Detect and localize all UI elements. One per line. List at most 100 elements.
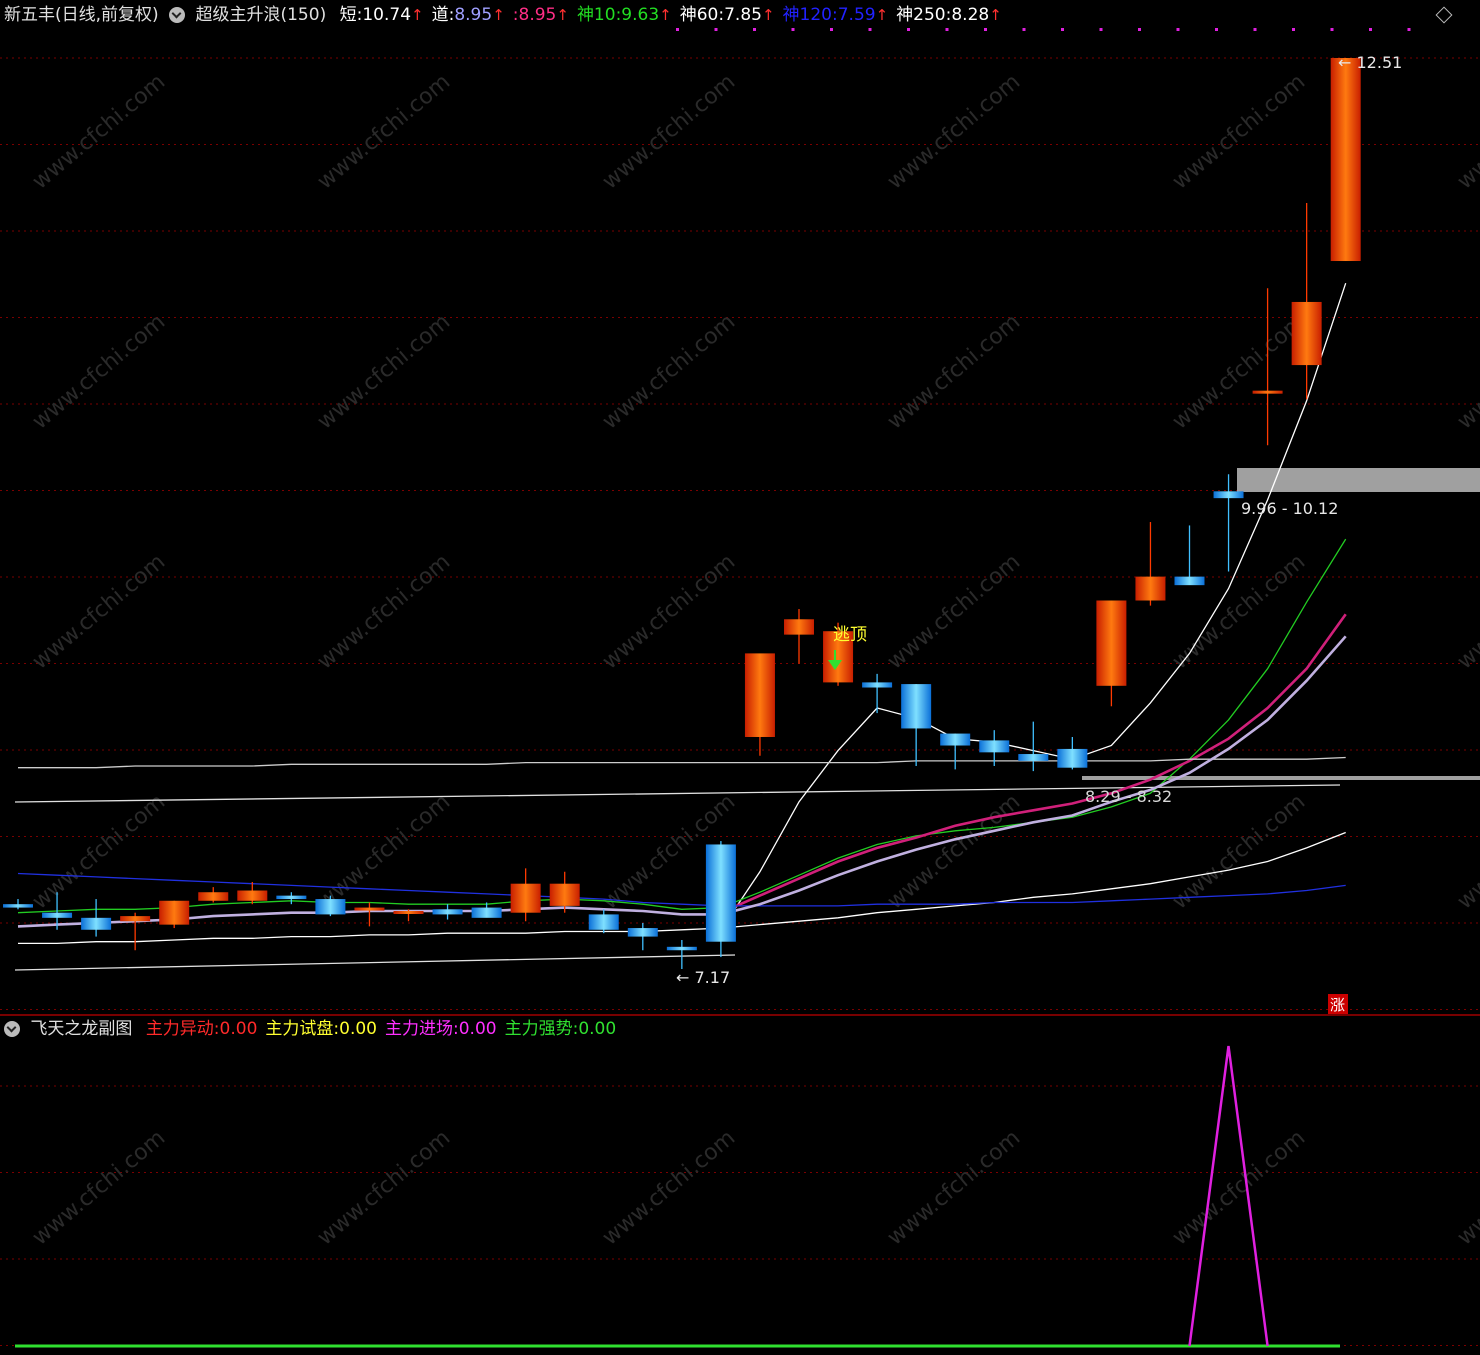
up-candle-body (198, 892, 229, 901)
watermark-text: www.cfchi.com (313, 69, 455, 194)
watermark-text: www.cfchi.com (883, 549, 1025, 674)
watermark-text: www.cfchi.com (28, 1125, 170, 1250)
candle (940, 733, 971, 770)
candle (1135, 522, 1166, 606)
down-candle-body (42, 912, 73, 918)
watermark-text: www.cfchi.com (1168, 309, 1310, 434)
watermark-text: www.cfchi.com (1453, 69, 1480, 194)
candle (81, 899, 112, 937)
signal-dots (676, 28, 1411, 31)
watermark-text: www.cfchi.com (883, 69, 1025, 194)
watermark-text: www.cfchi.com (1453, 789, 1480, 914)
up-candle-body (393, 910, 424, 914)
up-candle-body (784, 619, 814, 635)
candle (549, 871, 580, 913)
up-candle-body (510, 883, 541, 913)
down-candle-body (3, 904, 33, 908)
candle (510, 868, 541, 922)
watermark-text: www.cfchi.com (313, 309, 455, 434)
up-candle-body (744, 653, 775, 737)
down-candle-body (1057, 748, 1088, 768)
up-candle-body (159, 900, 190, 925)
down-candle-body (627, 928, 658, 937)
candle (1174, 525, 1205, 586)
signal-dot (1176, 28, 1180, 31)
down-candle-body (276, 895, 307, 900)
candle (1330, 58, 1361, 262)
down-candle-body (432, 909, 463, 915)
watermark-text: www.cfchi.com (598, 69, 740, 194)
watermark-text: www.cfchi.com (598, 309, 740, 434)
down-candle-body (1174, 576, 1205, 586)
candle (120, 912, 151, 951)
sub-indicator-chart[interactable]: www.cfchi.com www.cfchi.com www.cfchi.com w… (0, 1016, 1480, 1355)
candle (159, 900, 190, 929)
zone-band-lower (1082, 776, 1480, 780)
signal-dot (1022, 28, 1026, 31)
zone-lower-label: 8.29 - 8.32 (1085, 787, 1172, 806)
down-candle-body (901, 684, 932, 729)
candle (627, 922, 658, 951)
signal-dot (753, 28, 756, 31)
up-candle-body (237, 890, 268, 901)
watermark-text: www.cfchi.com (28, 309, 170, 434)
down-candle-body (666, 946, 697, 951)
watermark-text: www.cfchi.com (28, 789, 170, 914)
watermark-text: www.cfchi.com (883, 309, 1025, 434)
watermark-text: www.cfchi.com (1453, 309, 1480, 434)
down-candle-body (471, 907, 502, 918)
watermark-text: www.cfchi.com (1168, 789, 1310, 914)
up-candle-body (1330, 58, 1361, 262)
signal-dot (830, 28, 833, 31)
signal-dot (945, 28, 949, 31)
zone-band-upper (1237, 468, 1480, 492)
watermarks: www.cfchi.com www.cfchi.com www.cfchi.com w… (28, 69, 1480, 914)
ma-line-神60 (18, 756, 1346, 769)
candle (198, 887, 229, 903)
down-candle-body (862, 682, 893, 688)
zone-upper-label: 9.96 - 10.12 (1241, 499, 1338, 518)
down-candle-body (1213, 491, 1244, 499)
watermark-text: www.cfchi.com (28, 549, 170, 674)
candle (862, 673, 893, 714)
up-candle-body (1291, 301, 1322, 366)
candle (276, 892, 307, 905)
grid-lines (0, 57, 1480, 1010)
sub-watermarks: www.cfchi.com www.cfchi.com www.cfchi.com w… (28, 1125, 1480, 1250)
signal-dot (1138, 28, 1141, 31)
ma-line-神120 (17, 872, 1346, 907)
watermark-text: www.cfchi.com (313, 789, 455, 914)
watermark-text: www.cfchi.com (1168, 1125, 1310, 1250)
candle (666, 939, 697, 969)
watermark-text: www.cfchi.com (598, 549, 740, 674)
signal-dot (868, 28, 872, 31)
signal-dot (1099, 28, 1103, 31)
candle (237, 881, 268, 905)
watermark-text: www.cfchi.com (1453, 1125, 1480, 1250)
down-candle-body (81, 917, 112, 930)
up-candle-body (1252, 390, 1283, 394)
candle (3, 899, 33, 910)
signal-dot (1292, 28, 1295, 31)
signal-dot (1253, 28, 1257, 31)
main-price-chart[interactable]: www.cfchi.com www.cfchi.com www.cfchi.com w… (0, 0, 1480, 1016)
signal-dot (984, 28, 987, 31)
escape-top-signal: 逃顶 (833, 625, 867, 645)
candle (1057, 736, 1088, 770)
signal-dot (714, 28, 718, 31)
rise-tag-label: 涨 (1330, 996, 1345, 1014)
candle (393, 909, 424, 922)
up-candle-body (354, 907, 385, 911)
signal-dot (1330, 28, 1334, 31)
signal-dot (907, 28, 910, 31)
candle (901, 684, 932, 766)
candle (1096, 600, 1127, 707)
high-price-label: ← 12.51 (1338, 53, 1402, 72)
down-candle-body (588, 914, 619, 930)
support-line (14, 954, 736, 971)
sub-grid-lines (0, 1085, 1480, 1346)
up-candle-body (1135, 576, 1166, 601)
watermark-text: www.cfchi.com (28, 69, 170, 194)
signal-dot (1369, 28, 1372, 31)
signal-dot (1215, 28, 1218, 31)
